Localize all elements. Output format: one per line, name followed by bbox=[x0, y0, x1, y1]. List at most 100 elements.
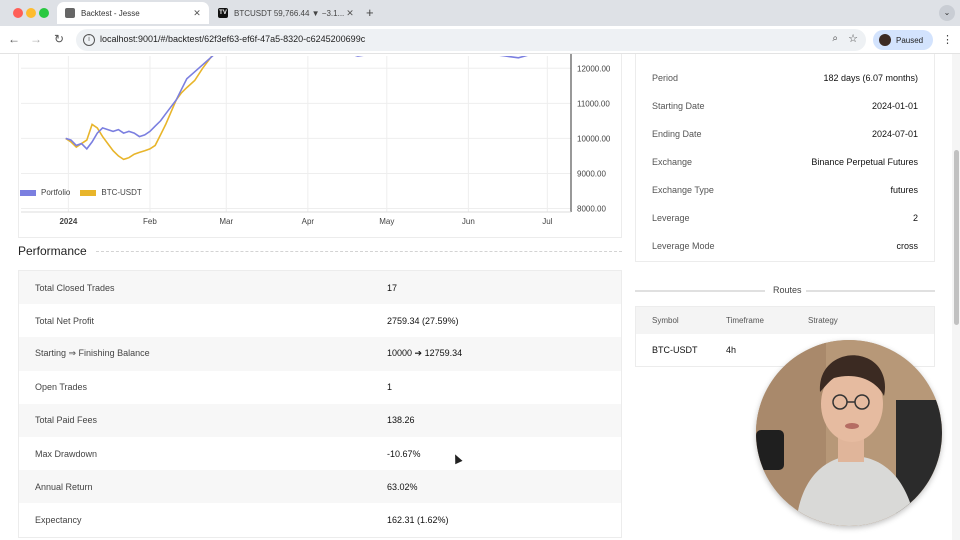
tab-close-icon[interactable]: ✕ bbox=[344, 8, 356, 19]
performance-table: Total Closed Trades 17 Total Net Profit 27… bbox=[18, 270, 622, 538]
bookmark-star-icon[interactable]: ☆ bbox=[848, 32, 858, 45]
column-header: Symbol bbox=[652, 316, 679, 325]
route-timeframe: 4h bbox=[726, 345, 737, 355]
info-row: Leverage Mode cross bbox=[636, 232, 934, 260]
tab-search-button[interactable]: ⌄ bbox=[939, 5, 955, 21]
x-tick-label: Jul bbox=[542, 217, 552, 226]
tab-title: BTCUSDT 59,766.44 ▼ −3.1... bbox=[234, 8, 344, 18]
section-divider bbox=[96, 251, 622, 252]
performance-heading: Performance bbox=[18, 244, 87, 258]
metric-label: Total Closed Trades bbox=[35, 282, 115, 293]
info-value: Binance Perpetual Futures bbox=[811, 157, 918, 167]
window-minimize-button[interactable] bbox=[26, 8, 36, 18]
legend-item-portfolio[interactable]: Portfolio bbox=[20, 188, 70, 197]
forward-arrow-icon[interactable]: → bbox=[28, 32, 44, 46]
table-row: Total Net Profit 2759.34 (27.59%) bbox=[19, 304, 621, 338]
info-value: 182 days (6.07 months) bbox=[823, 73, 918, 83]
window-zoom-button[interactable] bbox=[39, 8, 49, 18]
legend-item-btc-usdt[interactable]: BTC-USDT bbox=[80, 188, 142, 197]
y-tick-label: 12000.00 bbox=[577, 64, 611, 73]
table-row: Open Trades 1 bbox=[19, 370, 621, 404]
table-row: Annual Return 63.02% bbox=[19, 470, 621, 504]
metric-value: 1 bbox=[387, 382, 393, 393]
table-row: Total Paid Fees 138.26 bbox=[19, 403, 621, 437]
routes-divider bbox=[635, 290, 765, 292]
chart-legend: Portfolio BTC-USDT bbox=[20, 188, 142, 197]
x-tick-label: 2024 bbox=[59, 217, 77, 226]
table-row: Expectancy 162.31 (1.62%) bbox=[19, 503, 621, 537]
y-tick-label: 11000.00 bbox=[577, 99, 610, 108]
metric-label: Open Trades bbox=[35, 382, 88, 393]
tradingview-favicon-icon: TV bbox=[218, 8, 228, 18]
info-row: Starting Date 2024-01-01 bbox=[636, 92, 934, 120]
legend-label: BTC-USDT bbox=[101, 188, 142, 197]
browser-toolbar: ← → ↻ i localhost:9001/#/backtest/62f3ef… bbox=[0, 26, 960, 54]
info-label: Leverage Mode bbox=[652, 241, 715, 251]
x-tick-label: Mar bbox=[219, 217, 233, 226]
info-row: Exchange Type futures bbox=[636, 176, 934, 204]
table-row: Max Drawdown -10.67% bbox=[19, 436, 621, 471]
x-tick-label: Apr bbox=[302, 217, 315, 226]
scrollbar-thumb[interactable] bbox=[954, 150, 959, 325]
new-tab-button[interactable]: + bbox=[366, 5, 374, 20]
routes-heading: Routes bbox=[769, 285, 806, 295]
metric-value: 63.02% bbox=[387, 481, 418, 492]
x-tick-label: Feb bbox=[143, 217, 157, 226]
y-tick-label: 9000.00 bbox=[577, 169, 606, 178]
info-value: cross bbox=[896, 241, 918, 251]
profile-button[interactable]: Paused bbox=[873, 30, 933, 50]
info-label: Ending Date bbox=[652, 129, 702, 139]
metric-value: -10.67% bbox=[387, 448, 421, 459]
info-row: Leverage 2 bbox=[636, 204, 934, 232]
metric-label: Expectancy bbox=[35, 514, 82, 525]
tab-close-icon[interactable]: ✕ bbox=[191, 8, 203, 19]
metric-value: 162.31 (1.62%) bbox=[387, 514, 449, 525]
metric-value: 2759.34 (27.59%) bbox=[387, 315, 459, 326]
zoom-icon[interactable]: ⌕ bbox=[832, 33, 838, 44]
metric-label: Starting ⇒ Finishing Balance bbox=[35, 348, 150, 359]
jesse-favicon-icon bbox=[65, 8, 75, 18]
info-value: 2024-07-01 bbox=[871, 129, 918, 139]
backtest-info-card: Period 182 days (6.07 months) Starting Da… bbox=[635, 54, 935, 262]
browser-tab-bar: Backtest - Jesse ✕ TV BTCUSDT 59,766.44 … bbox=[0, 0, 960, 26]
info-label: Exchange Type bbox=[652, 185, 714, 195]
routes-table-header: Symbol Timeframe Strategy bbox=[636, 307, 934, 334]
tab-btcusdt[interactable]: TV BTCUSDT 59,766.44 ▼ −3.1... ✕ bbox=[212, 2, 362, 24]
balance-chart-svg: 12000.00 11000.00 10000.00 9000.00 8000.00 20… bbox=[21, 54, 611, 226]
table-row: Starting ⇒ Finishing Balance 10000 ➔ 1275… bbox=[19, 337, 621, 371]
metric-value: 138.26 bbox=[387, 415, 415, 426]
back-arrow-icon[interactable]: ← bbox=[6, 32, 22, 46]
site-info-icon[interactable]: i bbox=[83, 34, 95, 46]
info-label: Starting Date bbox=[652, 101, 705, 111]
browser-menu-icon[interactable]: ⋮ bbox=[942, 33, 953, 46]
metric-label: Total Net Profit bbox=[35, 315, 95, 326]
legend-swatch bbox=[80, 189, 97, 196]
info-value: 2024-01-01 bbox=[871, 101, 918, 111]
metric-label: Max Drawdown bbox=[35, 448, 98, 459]
x-tick-label: May bbox=[379, 217, 394, 226]
y-tick-label: 10000.00 bbox=[577, 134, 611, 143]
info-label: Period bbox=[652, 73, 679, 83]
profile-status-label: Paused bbox=[896, 35, 924, 45]
info-label: Exchange bbox=[652, 157, 693, 167]
column-header: Timeframe bbox=[726, 316, 764, 325]
tab-backtest-jesse[interactable]: Backtest - Jesse ✕ bbox=[57, 2, 209, 24]
metric-label: Total Paid Fees bbox=[35, 415, 98, 426]
tab-title: Backtest - Jesse bbox=[81, 8, 140, 18]
table-row: Total Closed Trades 17 bbox=[19, 271, 621, 305]
info-value: 2 bbox=[912, 213, 918, 223]
address-bar[interactable]: i localhost:9001/#/backtest/62f3ef63-ef6… bbox=[76, 29, 866, 51]
metric-value: 17 bbox=[387, 282, 398, 293]
metric-value: 10000 ➔ 12759.34 bbox=[387, 348, 463, 359]
url-text[interactable]: localhost:9001/#/backtest/62f3ef63-ef6f-… bbox=[100, 34, 365, 44]
legend-swatch bbox=[20, 189, 36, 196]
info-row: Exchange Binance Perpetual Futures bbox=[636, 148, 934, 176]
presenter-webcam-image bbox=[756, 340, 942, 526]
series-line-btc-usdt bbox=[65, 56, 213, 161]
info-label: Leverage bbox=[652, 213, 690, 223]
balance-chart: 12000.00 11000.00 10000.00 9000.00 8000.00 20… bbox=[18, 54, 622, 238]
routes-divider bbox=[806, 290, 935, 292]
webcam-overlay bbox=[756, 340, 942, 526]
window-close-button[interactable] bbox=[13, 8, 23, 18]
reload-icon[interactable]: ↻ bbox=[51, 32, 67, 46]
